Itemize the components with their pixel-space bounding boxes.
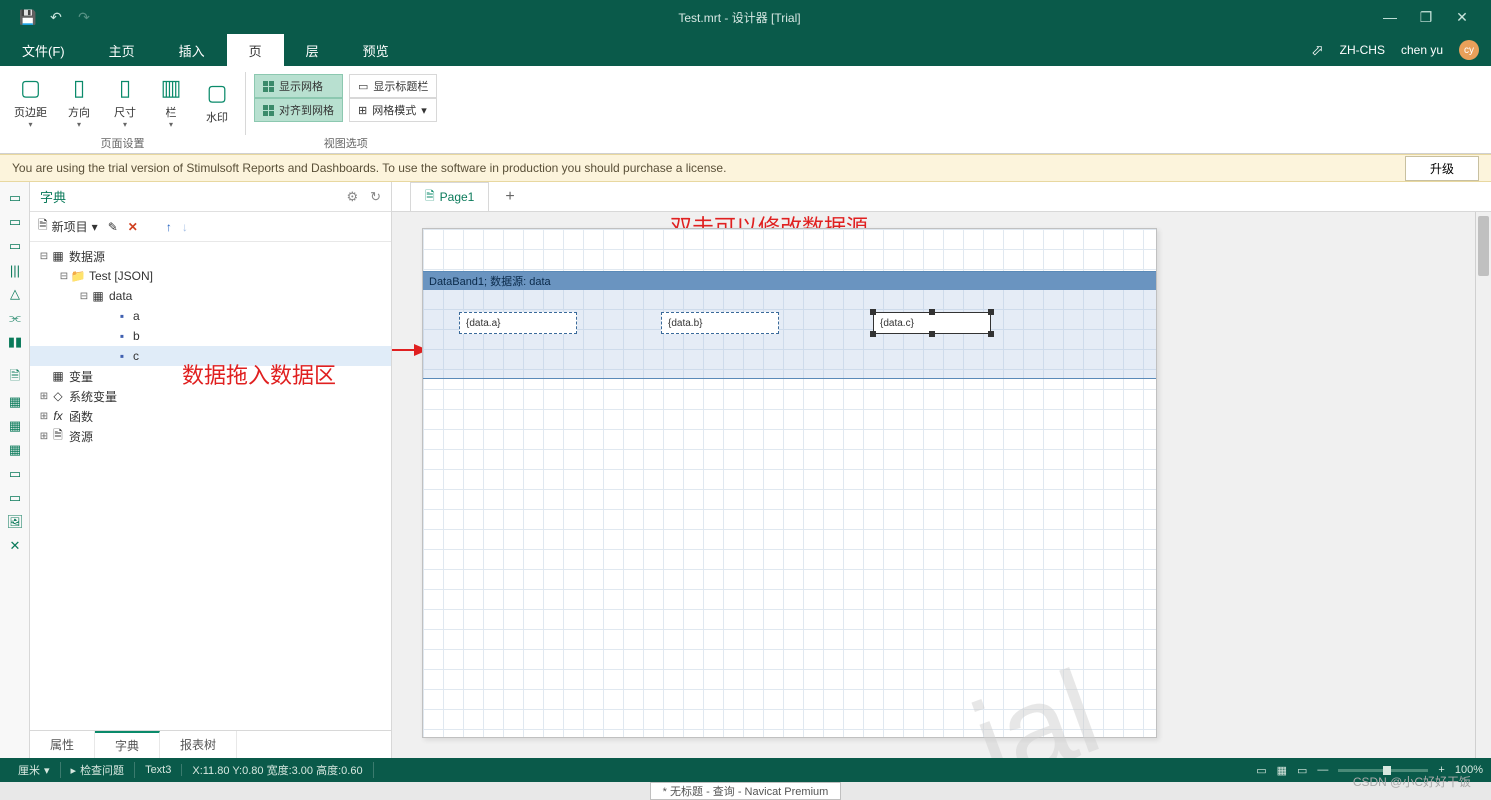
sb-icon3[interactable]: ▭: [1297, 764, 1307, 777]
trial-watermark: ial: [956, 643, 1116, 758]
tree-data[interactable]: ⊟▦data: [30, 286, 391, 306]
size-button[interactable]: ▯尺寸▾: [105, 70, 145, 133]
menu-insert[interactable]: 插入: [157, 34, 227, 66]
rail-pic-icon[interactable]: 🖼: [0, 510, 30, 534]
up-icon[interactable]: ↑: [166, 220, 172, 234]
add-page-button[interactable]: +: [495, 188, 524, 206]
gear-icon[interactable]: ⚙: [346, 189, 358, 205]
avatar[interactable]: cy: [1459, 40, 1479, 60]
page-tabs: 🗎Page1 +: [392, 182, 1491, 212]
sb-icon2[interactable]: ▦: [1277, 764, 1287, 777]
side-tab-tree[interactable]: 报表树: [160, 731, 237, 758]
tree-field-b[interactable]: ▪b: [30, 326, 391, 346]
rail-bar-icon[interactable]: ▮▮: [0, 330, 30, 354]
tree-datasource[interactable]: ⊟▦数据源: [30, 246, 391, 266]
menubar: 文件(F) 主页 插入 页 层 预览 ⬀ ZH-CHS chen yu cy: [0, 34, 1491, 66]
dictionary-title: 字典: [40, 187, 66, 206]
rail-image-icon[interactable]: ▭: [0, 234, 30, 258]
undo-icon[interactable]: ↶: [42, 5, 70, 29]
databand[interactable]: DataBand1; 数据源: data {data.a} {data.b} {…: [423, 271, 1156, 379]
rail-chart-icon[interactable]: ⫘: [0, 306, 30, 330]
zoom-out-icon[interactable]: —: [1317, 764, 1328, 776]
status-unit[interactable]: 厘米 ▾: [8, 762, 61, 778]
rail-text-icon[interactable]: ▭: [0, 210, 30, 234]
tree-test[interactable]: ⊟📁Test [JSON]: [30, 266, 391, 286]
upgrade-button[interactable]: 升级: [1405, 156, 1479, 181]
refresh-icon[interactable]: ↻: [370, 189, 381, 205]
margins-button[interactable]: ▢页边距▾: [8, 70, 53, 133]
redo-icon[interactable]: ↷: [70, 5, 98, 29]
left-tool-rail: ▭ ▭ ▭ ||| △ ⫘ ▮▮ 🗎 ▦ ▦ ▦ ▭ ▭ 🖼 ✕: [0, 182, 30, 758]
menu-file[interactable]: 文件(F): [0, 34, 87, 66]
rail-panel-icon[interactable]: ▭: [0, 462, 30, 486]
ribbon-group-page: 页面设置: [101, 133, 145, 153]
show-grid-button[interactable]: 显示网格: [254, 74, 343, 98]
menu-home[interactable]: 主页: [87, 34, 157, 66]
zoom-slider[interactable]: [1338, 769, 1428, 772]
edit-icon[interactable]: ✎: [108, 220, 118, 234]
tree-field-c[interactable]: ▪c: [30, 346, 391, 366]
align-grid-button[interactable]: 对齐到网格: [254, 98, 343, 122]
watermark-button[interactable]: ▢水印: [197, 70, 237, 133]
rail-component-icon[interactable]: ▭: [0, 486, 30, 510]
side-panel: 字典 ⚙ ↻ 🗎 新项目 ▾ ✎ ✕ ↑ ↓ ⊟▦数据源 ⊟📁Test [JSO…: [30, 182, 392, 758]
sb-icon1[interactable]: ▭: [1256, 764, 1266, 777]
new-item-button[interactable]: 🗎 新项目 ▾: [38, 216, 98, 237]
taskbar-navicat[interactable]: * 无标题 - 查询 - Navicat Premium: [650, 782, 842, 800]
share-icon[interactable]: ⬀: [1311, 41, 1324, 59]
maximize-icon[interactable]: ❐: [1417, 9, 1435, 26]
status-coords: X:11.80 Y:0.80 宽度:3.00 高度:0.60: [182, 762, 373, 778]
rail-cross-icon[interactable]: ▦: [0, 438, 30, 462]
side-tab-props[interactable]: 属性: [30, 731, 95, 758]
dictionary-tree: ⊟▦数据源 ⊟📁Test [JSON] ⊟▦data ▪a ▪b ▪c ▦变量 …: [30, 242, 391, 730]
trial-banner: You are using the trial version of Stimu…: [0, 154, 1491, 182]
trial-message: You are using the trial version of Stimu…: [12, 161, 726, 175]
rail-tools-icon[interactable]: ✕: [0, 534, 30, 558]
field-data-a[interactable]: {data.a}: [459, 312, 577, 334]
csdn-watermark: CSDN @小C好好干饭: [1353, 773, 1471, 790]
ribbon-group-view: 视图选项: [324, 133, 368, 153]
tree-resources[interactable]: ⊞🗎资源: [30, 426, 391, 446]
tree-sys-variables[interactable]: ⊞◇系统变量: [30, 386, 391, 406]
field-data-b[interactable]: {data.b}: [661, 312, 779, 334]
menu-page[interactable]: 页: [227, 34, 284, 66]
databand-header: DataBand1; 数据源: data: [423, 272, 1156, 290]
close-icon[interactable]: ✕: [1453, 9, 1471, 26]
save-icon[interactable]: 💾: [14, 5, 42, 29]
side-tab-dict[interactable]: 字典: [95, 731, 160, 758]
rail-shape-icon[interactable]: △: [0, 282, 30, 306]
rail-page-icon[interactable]: ▭: [0, 186, 30, 210]
language-label[interactable]: ZH-CHS: [1340, 43, 1385, 57]
tab-page1[interactable]: 🗎Page1: [410, 182, 489, 212]
minimize-icon[interactable]: —: [1381, 9, 1399, 26]
taskbar: * 无标题 - 查询 - Navicat Premium: [0, 782, 1491, 800]
vertical-scrollbar[interactable]: [1475, 212, 1491, 758]
menu-layer[interactable]: 层: [284, 34, 341, 66]
menu-preview[interactable]: 预览: [341, 34, 411, 66]
columns-button[interactable]: ▥栏▾: [151, 70, 191, 133]
tree-field-a[interactable]: ▪a: [30, 306, 391, 326]
status-selection: Text3: [135, 764, 182, 776]
rail-cal-icon[interactable]: ▦: [0, 414, 30, 438]
show-header-button[interactable]: ▭显示标题栏: [349, 74, 437, 98]
orientation-button[interactable]: ▯方向▾: [59, 70, 99, 133]
user-label: chen yu: [1401, 43, 1443, 57]
window-title: Test.mrt - 设计器 [Trial]: [98, 9, 1381, 26]
tree-variables[interactable]: ▦变量: [30, 366, 391, 386]
down-icon[interactable]: ↓: [182, 220, 188, 234]
delete-icon[interactable]: ✕: [128, 220, 138, 234]
status-check[interactable]: ▸ 检查问题: [61, 762, 136, 778]
tree-functions[interactable]: ⊞fx函数: [30, 406, 391, 426]
grid-mode-button[interactable]: ⊞网格模式 ▾: [349, 98, 437, 122]
rail-barcode-icon[interactable]: |||: [0, 258, 30, 282]
ribbon: ▢页边距▾ ▯方向▾ ▯尺寸▾ ▥栏▾ ▢水印 页面设置 显示网格 对齐到网格 …: [0, 66, 1491, 154]
rail-doc-icon[interactable]: 🗎: [0, 366, 30, 390]
rail-table-icon[interactable]: ▦: [0, 390, 30, 414]
design-page[interactable]: DataBand1; 数据源: data {data.a} {data.b} {…: [422, 228, 1157, 738]
statusbar: 厘米 ▾ ▸ 检查问题 Text3 X:11.80 Y:0.80 宽度:3.00…: [0, 758, 1491, 782]
titlebar: 💾 ↶ ↷ Test.mrt - 设计器 [Trial] — ❐ ✕: [0, 0, 1491, 34]
